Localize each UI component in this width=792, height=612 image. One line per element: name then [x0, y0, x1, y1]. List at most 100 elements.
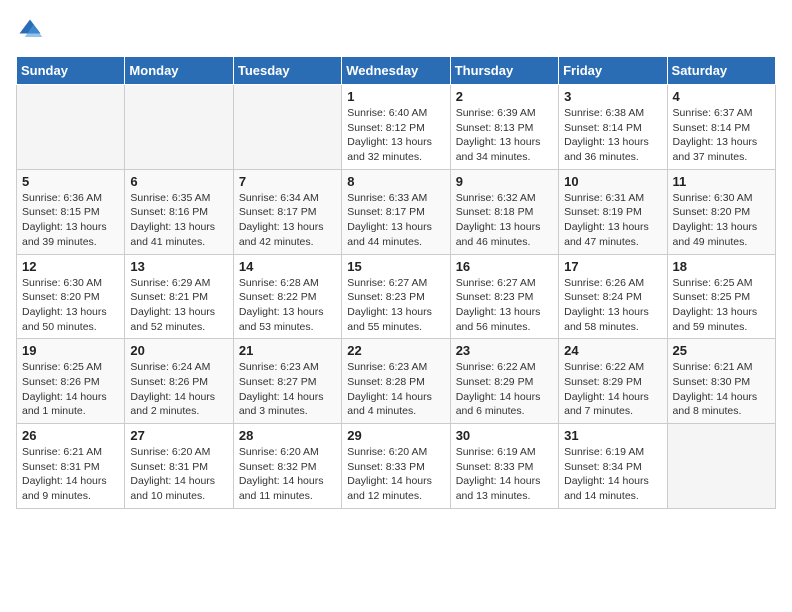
day-cell: 8Sunrise: 6:33 AM Sunset: 8:17 PM Daylig…: [342, 169, 450, 254]
col-header-wednesday: Wednesday: [342, 57, 450, 85]
day-info: Sunrise: 6:23 AM Sunset: 8:28 PM Dayligh…: [347, 360, 444, 419]
day-cell: 7 Sunrise: 6:34 AM Sunset: 8:17 PM Daylig…: [233, 169, 341, 254]
day-cell: 6 Sunrise: 6:35 AM Sunset: 8:16 PM Daylig…: [125, 169, 233, 254]
col-header-thursday: Thursday: [450, 57, 558, 85]
calendar-table: SundayMondayTuesdayWednesdayThursdayFrid…: [16, 56, 776, 509]
day-number: 15: [347, 259, 444, 274]
day-info: Sunrise: 6:35 AM Sunset: 8:16 PM Dayligh…: [130, 191, 227, 250]
day-number: 23: [456, 343, 553, 358]
week-row-1: 1Sunrise: 6:40 AM Sunset: 8:12 PM Daylig…: [17, 85, 776, 170]
day-cell: 26 Sunrise: 6:21 AM Sunset: 8:31 PM Dayli…: [17, 424, 125, 509]
day-number: 9: [456, 174, 553, 189]
day-cell: 18 Sunrise: 6:25 AM Sunset: 8:25 PM Dayli…: [667, 254, 775, 339]
day-cell: 22 Sunrise: 6:23 AM Sunset: 8:28 PM Dayli…: [342, 339, 450, 424]
calendar-header: SundayMondayTuesdayWednesdayThursdayFrid…: [17, 57, 776, 85]
day-info: Sunrise: 6:25 AM Sunset: 8:25 PM Dayligh…: [673, 276, 770, 335]
day-cell: 15Sunrise: 6:27 AM Sunset: 8:23 PM Dayli…: [342, 254, 450, 339]
day-cell: 9 Sunrise: 6:32 AM Sunset: 8:18 PM Daylig…: [450, 169, 558, 254]
day-info: Sunrise: 6:28 AM Sunset: 8:22 PM Dayligh…: [239, 276, 336, 335]
day-info: Sunrise: 6:20 AM Sunset: 8:32 PM Dayligh…: [239, 445, 336, 504]
day-info: Sunrise: 6:26 AM Sunset: 8:24 PM Dayligh…: [564, 276, 661, 335]
day-info: Sunrise: 6:30 AM Sunset: 8:20 PM Dayligh…: [22, 276, 119, 335]
week-row-4: 19Sunrise: 6:25 AM Sunset: 8:26 PM Dayli…: [17, 339, 776, 424]
day-cell: 2Sunrise: 6:39 AM Sunset: 8:13 PM Daylig…: [450, 85, 558, 170]
day-number: 30: [456, 428, 553, 443]
day-cell: 27 Sunrise: 6:20 AM Sunset: 8:31 PM Dayli…: [125, 424, 233, 509]
day-number: 27: [130, 428, 227, 443]
day-number: 8: [347, 174, 444, 189]
day-number: 11: [673, 174, 770, 189]
day-number: 25: [673, 343, 770, 358]
day-cell: 5 Sunrise: 6:36 AM Sunset: 8:15 PM Daylig…: [17, 169, 125, 254]
week-row-5: 26 Sunrise: 6:21 AM Sunset: 8:31 PM Dayli…: [17, 424, 776, 509]
col-header-monday: Monday: [125, 57, 233, 85]
day-number: 18: [673, 259, 770, 274]
day-cell: [233, 85, 341, 170]
day-number: 1: [347, 89, 444, 104]
calendar-body: 1Sunrise: 6:40 AM Sunset: 8:12 PM Daylig…: [17, 85, 776, 509]
day-number: 6: [130, 174, 227, 189]
day-number: 5: [22, 174, 119, 189]
day-cell: 17 Sunrise: 6:26 AM Sunset: 8:24 PM Dayli…: [559, 254, 667, 339]
week-row-2: 5 Sunrise: 6:36 AM Sunset: 8:15 PM Daylig…: [17, 169, 776, 254]
day-cell: 29 Sunrise: 6:20 AM Sunset: 8:33 PM Dayli…: [342, 424, 450, 509]
day-cell: 30Sunrise: 6:19 AM Sunset: 8:33 PM Dayli…: [450, 424, 558, 509]
day-number: 17: [564, 259, 661, 274]
day-number: 21: [239, 343, 336, 358]
week-row-3: 12 Sunrise: 6:30 AM Sunset: 8:20 PM Dayli…: [17, 254, 776, 339]
day-number: 3: [564, 89, 661, 104]
day-info: Sunrise: 6:19 AM Sunset: 8:34 PM Dayligh…: [564, 445, 661, 504]
day-info: Sunrise: 6:24 AM Sunset: 8:26 PM Dayligh…: [130, 360, 227, 419]
logo-icon: [16, 16, 44, 44]
day-cell: 13 Sunrise: 6:29 AM Sunset: 8:21 PM Dayli…: [125, 254, 233, 339]
day-info: Sunrise: 6:27 AM Sunset: 8:23 PM Dayligh…: [456, 276, 553, 335]
day-number: 10: [564, 174, 661, 189]
day-cell: 14 Sunrise: 6:28 AM Sunset: 8:22 PM Dayli…: [233, 254, 341, 339]
day-number: 7: [239, 174, 336, 189]
day-cell: 25 Sunrise: 6:21 AM Sunset: 8:30 PM Dayli…: [667, 339, 775, 424]
day-cell: 3 Sunrise: 6:38 AM Sunset: 8:14 PM Daylig…: [559, 85, 667, 170]
day-number: 19: [22, 343, 119, 358]
day-info: Sunrise: 6:22 AM Sunset: 8:29 PM Dayligh…: [564, 360, 661, 419]
day-info: Sunrise: 6:38 AM Sunset: 8:14 PM Dayligh…: [564, 106, 661, 165]
day-number: 29: [347, 428, 444, 443]
day-number: 12: [22, 259, 119, 274]
day-cell: 16Sunrise: 6:27 AM Sunset: 8:23 PM Dayli…: [450, 254, 558, 339]
day-info: Sunrise: 6:29 AM Sunset: 8:21 PM Dayligh…: [130, 276, 227, 335]
day-number: 2: [456, 89, 553, 104]
day-cell: 4 Sunrise: 6:37 AM Sunset: 8:14 PM Daylig…: [667, 85, 775, 170]
day-info: Sunrise: 6:31 AM Sunset: 8:19 PM Dayligh…: [564, 191, 661, 250]
day-cell: 31Sunrise: 6:19 AM Sunset: 8:34 PM Dayli…: [559, 424, 667, 509]
day-cell: 10 Sunrise: 6:31 AM Sunset: 8:19 PM Dayli…: [559, 169, 667, 254]
day-info: Sunrise: 6:22 AM Sunset: 8:29 PM Dayligh…: [456, 360, 553, 419]
day-cell: 23 Sunrise: 6:22 AM Sunset: 8:29 PM Dayli…: [450, 339, 558, 424]
day-info: Sunrise: 6:20 AM Sunset: 8:33 PM Dayligh…: [347, 445, 444, 504]
day-number: 14: [239, 259, 336, 274]
col-header-saturday: Saturday: [667, 57, 775, 85]
day-info: Sunrise: 6:23 AM Sunset: 8:27 PM Dayligh…: [239, 360, 336, 419]
day-number: 24: [564, 343, 661, 358]
day-info: Sunrise: 6:30 AM Sunset: 8:20 PM Dayligh…: [673, 191, 770, 250]
day-cell: [17, 85, 125, 170]
day-info: Sunrise: 6:32 AM Sunset: 8:18 PM Dayligh…: [456, 191, 553, 250]
day-cell: 28Sunrise: 6:20 AM Sunset: 8:32 PM Dayli…: [233, 424, 341, 509]
day-cell: 24 Sunrise: 6:22 AM Sunset: 8:29 PM Dayli…: [559, 339, 667, 424]
page-header: [16, 16, 776, 44]
day-cell: 12 Sunrise: 6:30 AM Sunset: 8:20 PM Dayli…: [17, 254, 125, 339]
day-number: 26: [22, 428, 119, 443]
day-number: 13: [130, 259, 227, 274]
day-cell: [125, 85, 233, 170]
day-info: Sunrise: 6:21 AM Sunset: 8:31 PM Dayligh…: [22, 445, 119, 504]
day-number: 4: [673, 89, 770, 104]
day-cell: 1Sunrise: 6:40 AM Sunset: 8:12 PM Daylig…: [342, 85, 450, 170]
day-info: Sunrise: 6:21 AM Sunset: 8:30 PM Dayligh…: [673, 360, 770, 419]
day-info: Sunrise: 6:34 AM Sunset: 8:17 PM Dayligh…: [239, 191, 336, 250]
day-info: Sunrise: 6:20 AM Sunset: 8:31 PM Dayligh…: [130, 445, 227, 504]
day-cell: 20Sunrise: 6:24 AM Sunset: 8:26 PM Dayli…: [125, 339, 233, 424]
day-cell: 19Sunrise: 6:25 AM Sunset: 8:26 PM Dayli…: [17, 339, 125, 424]
day-number: 22: [347, 343, 444, 358]
col-header-tuesday: Tuesday: [233, 57, 341, 85]
day-info: Sunrise: 6:37 AM Sunset: 8:14 PM Dayligh…: [673, 106, 770, 165]
day-cell: [667, 424, 775, 509]
day-info: Sunrise: 6:36 AM Sunset: 8:15 PM Dayligh…: [22, 191, 119, 250]
